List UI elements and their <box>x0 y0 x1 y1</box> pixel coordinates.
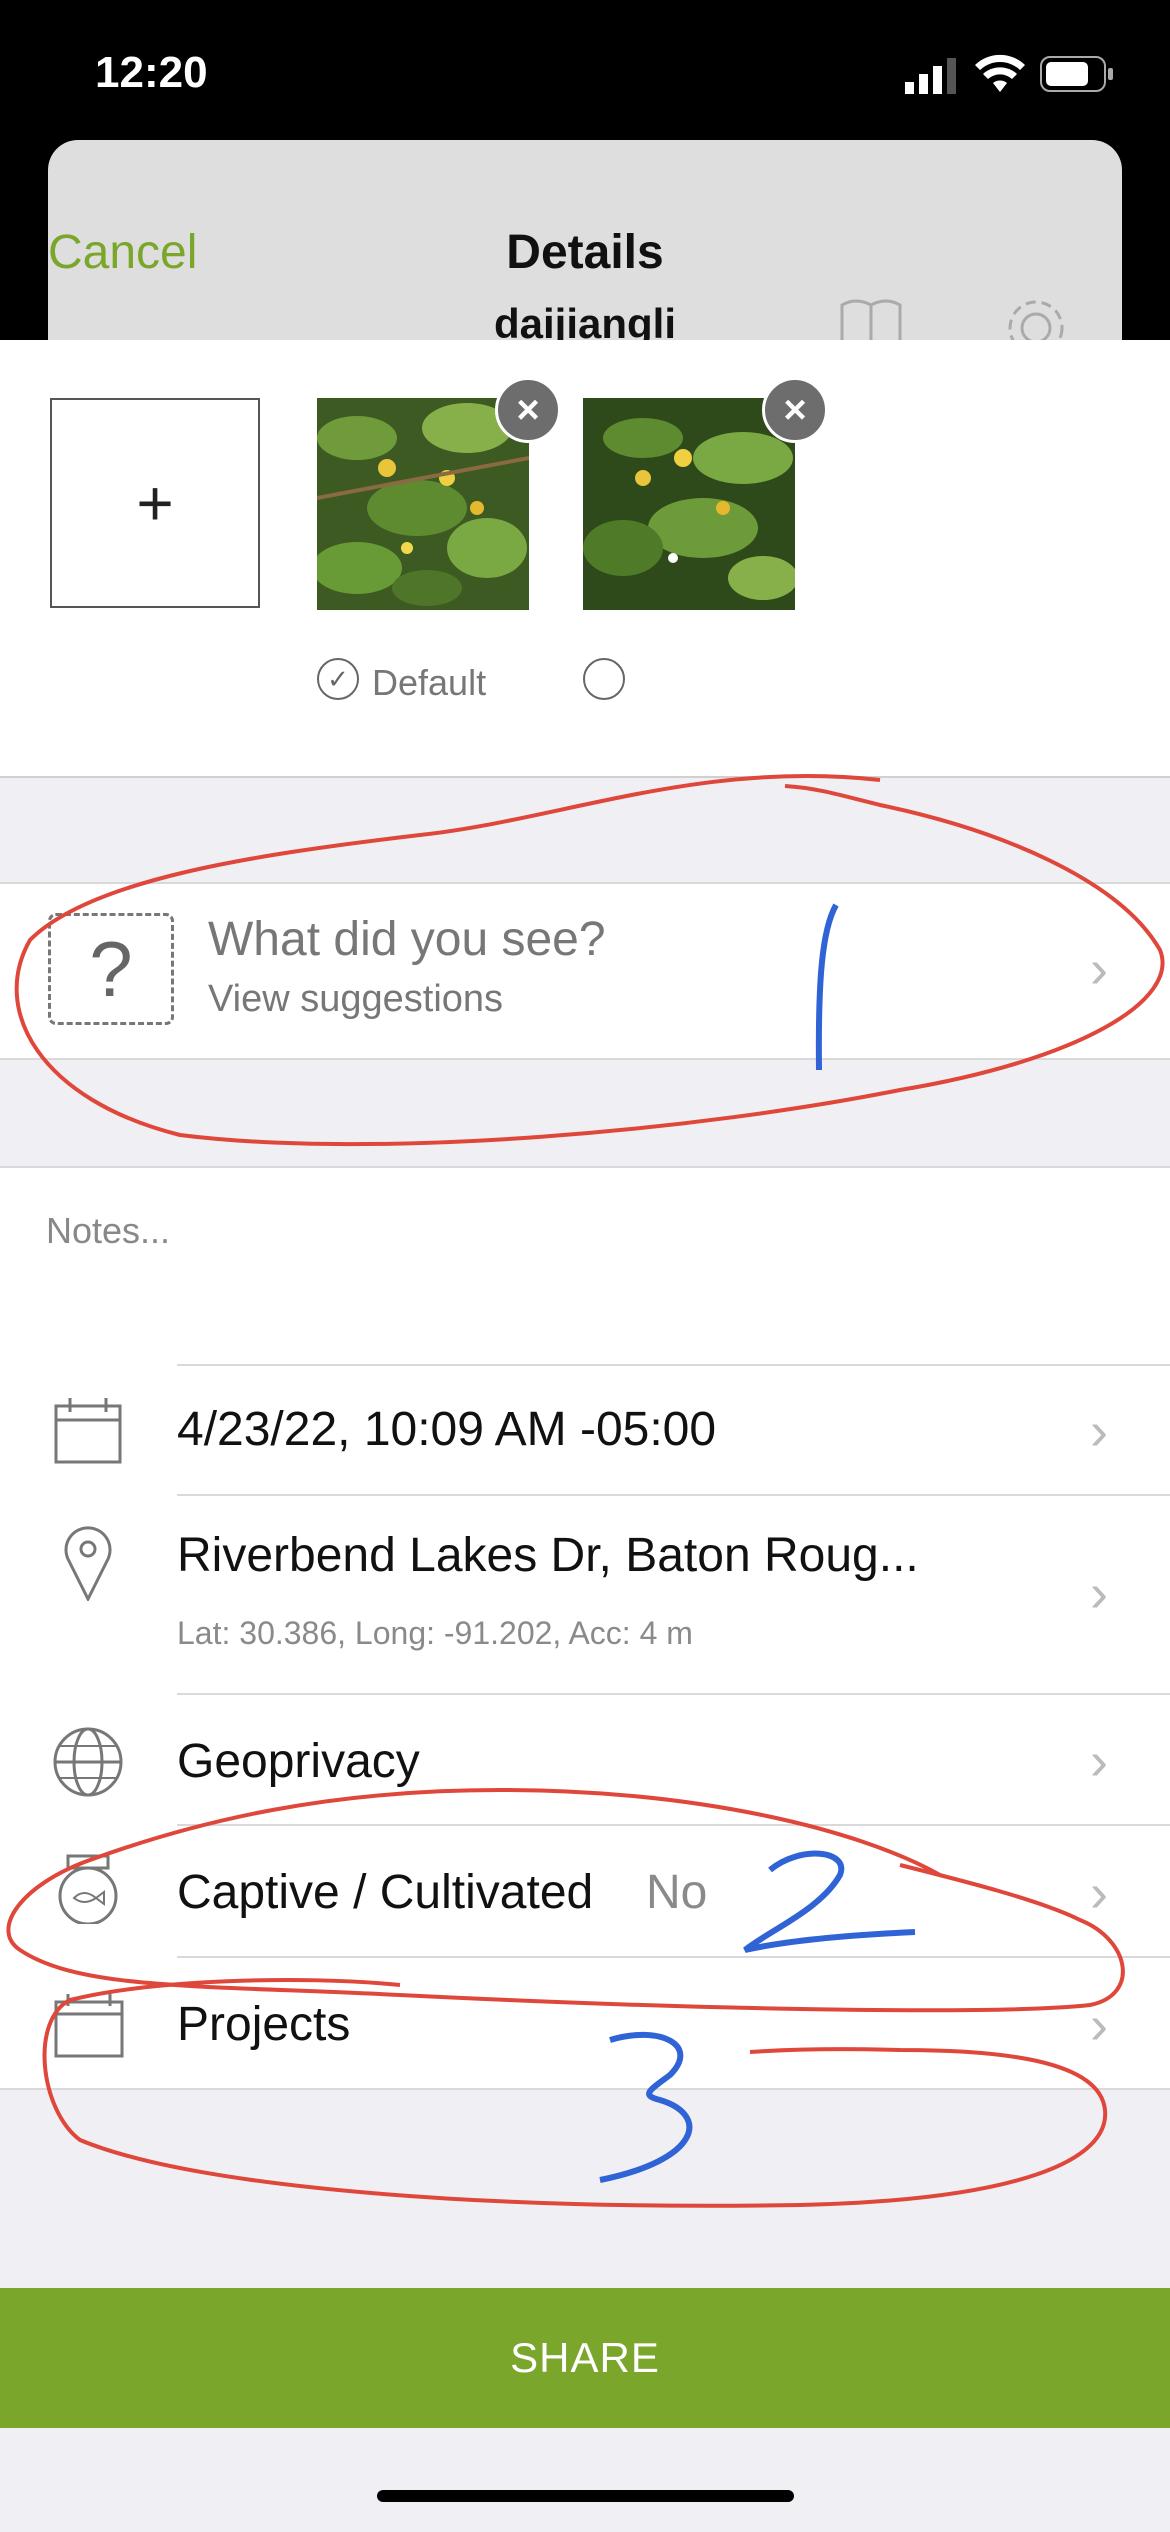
annotation-blue-1 <box>815 903 839 1071</box>
annotation-blue-3 <box>599 2031 693 2183</box>
annotation-overlay <box>6 773 1165 2208</box>
annotation-red-ellipse <box>42 1978 1108 2208</box>
annotation-red-ellipse <box>14 773 1165 1147</box>
annotation-blue-2 <box>743 1850 916 1953</box>
annotation-red-ellipse <box>6 1787 1125 2013</box>
